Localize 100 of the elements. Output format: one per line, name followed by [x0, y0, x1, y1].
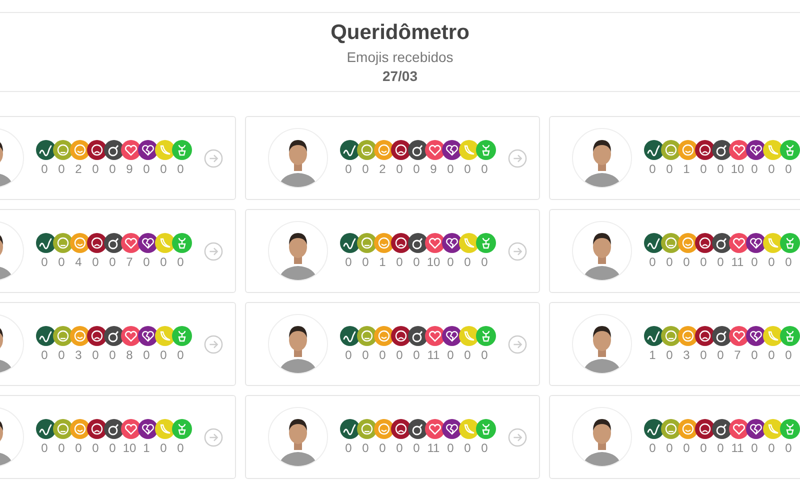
emoji-count: 0	[378, 441, 387, 455]
emoji-count: 0	[699, 162, 708, 176]
arrow-right-icon[interactable]	[204, 242, 223, 260]
emoji-count: 0	[57, 255, 66, 269]
emoji-count: 0	[665, 162, 674, 176]
emoji-count: 8	[125, 348, 134, 362]
emoji-count: 0	[480, 255, 489, 269]
emoji-count: 0	[159, 348, 168, 362]
arrow-right-icon[interactable]	[204, 428, 223, 446]
emoji-count: 0	[361, 162, 370, 176]
emoji-count: 0	[699, 255, 708, 269]
emoji-count: 11	[426, 348, 441, 362]
emoji-count: 0	[159, 162, 168, 176]
emoji-count: 0	[344, 441, 353, 455]
emoji-count: 0	[176, 162, 185, 176]
emoji-count: 0	[395, 162, 404, 176]
emoji-count: 0	[57, 441, 66, 455]
emoji-count: 1	[378, 255, 387, 269]
emoji-count: 0	[767, 255, 776, 269]
emoji-count: 0	[361, 255, 370, 269]
emoji-count: 0	[142, 348, 151, 362]
emoji-count: 0	[57, 162, 66, 176]
arrow-right-icon[interactable]	[508, 334, 527, 354]
emoji-count: 0	[412, 162, 421, 176]
emoji-count: 0	[463, 255, 472, 269]
emoji-count: 10	[122, 441, 138, 455]
emoji-count: 10	[426, 255, 442, 269]
emoji-count: 0	[716, 162, 725, 176]
emoji-count: 0	[91, 162, 100, 176]
emoji-count: 0	[648, 255, 657, 269]
emoji-count: 0	[750, 255, 759, 269]
emoji-count: 0	[784, 441, 793, 455]
arrow-right-icon[interactable]	[204, 334, 223, 354]
page-title: Queridômetro	[330, 20, 470, 44]
emoji-count: 0	[648, 162, 657, 176]
emoji-count: 1	[142, 441, 151, 455]
emoji-count: 9	[429, 162, 438, 176]
emoji-count: 0	[716, 255, 725, 269]
arrow-right-icon[interactable]	[508, 242, 527, 260]
emoji-count: 0	[682, 441, 691, 455]
emoji-count: 0	[108, 441, 117, 455]
emoji-count: 0	[142, 255, 151, 269]
emoji-count: 0	[159, 255, 168, 269]
emoji-count: 0	[767, 348, 776, 362]
emoji-count: 0	[395, 441, 404, 455]
emoji-count: 0	[784, 348, 793, 362]
emoji-count: 2	[74, 162, 83, 176]
date-label: 27/03	[382, 68, 418, 84]
emoji-count: 0	[159, 441, 168, 455]
emoji-count: 0	[480, 348, 489, 362]
emoji-count: 0	[750, 162, 759, 176]
emoji-count: 0	[176, 255, 185, 269]
emoji-count: 0	[446, 348, 455, 362]
emoji-count: 0	[57, 348, 66, 362]
emoji-count: 0	[446, 255, 455, 269]
emoji-count: 0	[344, 348, 353, 362]
emoji-count: 2	[378, 162, 387, 176]
emoji-count: 0	[412, 255, 421, 269]
emoji-count: 0	[750, 441, 759, 455]
emoji-count: 0	[446, 441, 455, 455]
emoji-count: 0	[716, 348, 725, 362]
emoji-count: 0	[378, 348, 387, 362]
emoji-count: 0	[480, 441, 489, 455]
emoji-count: 0	[784, 255, 793, 269]
emoji-count: 0	[344, 162, 353, 176]
emoji-count: 0	[463, 348, 472, 362]
emoji-count: 0	[463, 441, 472, 455]
emoji-count: 0	[395, 255, 404, 269]
arrow-right-icon[interactable]	[204, 148, 223, 168]
emoji-count: 11	[730, 441, 745, 455]
emoji-count: 0	[395, 348, 404, 362]
emoji-count: 0	[40, 255, 49, 269]
emoji-count: 0	[361, 441, 370, 455]
emoji-count: 0	[91, 255, 100, 269]
emoji-count: 0	[40, 162, 49, 176]
emoji-count: 0	[750, 348, 759, 362]
emoji-count: 0	[142, 162, 151, 176]
emoji-count: 0	[40, 441, 49, 455]
emoji-count: 0	[412, 348, 421, 362]
emoji-count: 9	[125, 162, 134, 176]
emoji-count: 0	[665, 348, 674, 362]
emoji-count: 0	[784, 162, 793, 176]
emoji-count: 0	[40, 348, 49, 362]
emoji-count: 1	[648, 348, 657, 362]
emoji-count: 0	[446, 162, 455, 176]
emoji-count: 0	[108, 162, 117, 176]
emoji-count: 1	[682, 162, 691, 176]
emoji-count: 0	[74, 441, 83, 455]
emoji-count: 0	[767, 441, 776, 455]
emoji-count: 0	[412, 441, 421, 455]
emoji-count: 11	[426, 441, 441, 455]
emoji-count: 0	[480, 162, 489, 176]
emoji-count: 11	[730, 255, 745, 269]
emoji-count: 0	[361, 348, 370, 362]
arrow-right-icon[interactable]	[508, 428, 527, 446]
arrow-right-icon[interactable]	[508, 148, 527, 168]
emoji-count: 0	[716, 441, 725, 455]
emoji-count: 7	[733, 348, 742, 362]
emoji-count: 0	[699, 441, 708, 455]
emoji-count: 0	[344, 255, 353, 269]
